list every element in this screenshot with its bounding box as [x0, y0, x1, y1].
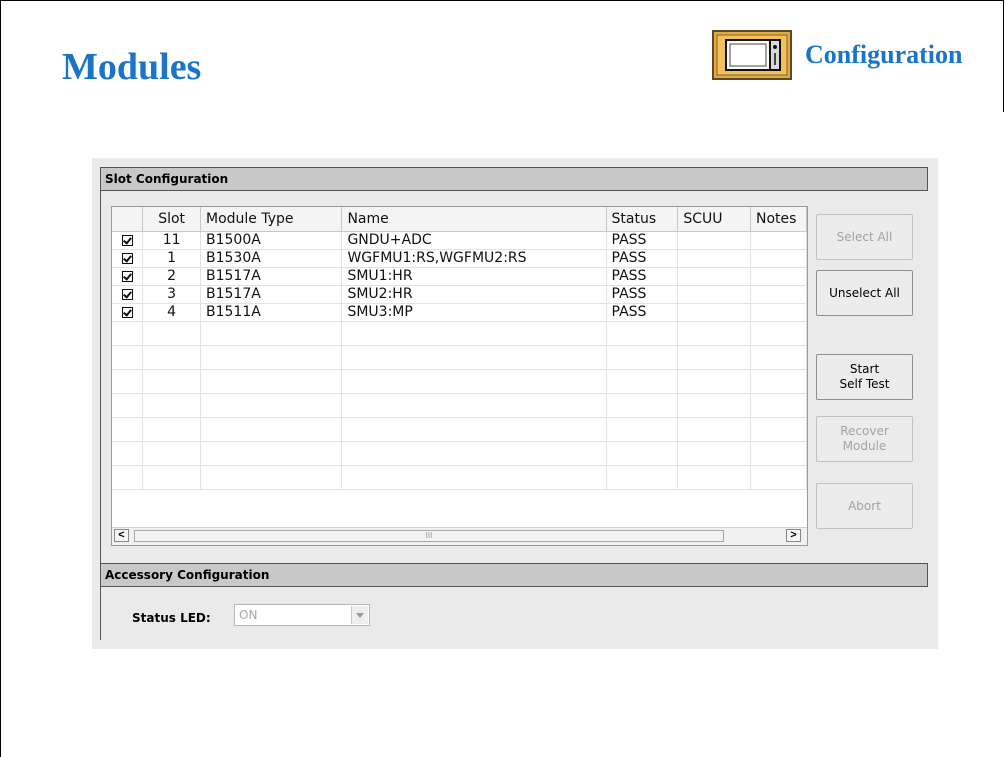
- horizontal-scrollbar[interactable]: < III >: [112, 527, 807, 545]
- scroll-left-button[interactable]: <: [114, 529, 129, 542]
- table-row[interactable]: 1 B1530A WGFMU1:RS,WGFMU2:RS PASS: [112, 249, 807, 268]
- module-checkbox[interactable]: [121, 252, 133, 264]
- recover-module-button[interactable]: Recover Module: [816, 416, 913, 462]
- module-checkbox[interactable]: [121, 270, 133, 282]
- cell-notes: [750, 285, 807, 304]
- select-all-button[interactable]: Select All: [816, 214, 913, 260]
- scroll-thumb[interactable]: III: [134, 530, 724, 542]
- module-checkbox[interactable]: [121, 288, 133, 300]
- modules-panel: Slot Configuration Slot Module Type Name…: [92, 158, 938, 649]
- accessory-section-rule: [100, 587, 101, 640]
- cell-status: PASS: [606, 303, 679, 322]
- cell-module-type: B1511A: [200, 303, 343, 322]
- slot-section-rule: [100, 191, 101, 569]
- cell-name: SMU2:HR: [341, 285, 607, 304]
- cell-status: PASS: [606, 267, 679, 286]
- slide-border-right: [1003, 0, 1004, 112]
- monitor-icon: [712, 30, 792, 80]
- page-title: Modules: [62, 46, 202, 88]
- cell-module-type: B1530A: [200, 249, 343, 268]
- column-header-check[interactable]: [112, 207, 144, 232]
- section-label: Configuration: [805, 40, 963, 69]
- table-row[interactable]: 11 B1500A GNDU+ADC PASS: [112, 231, 807, 250]
- cell-slot: 4: [142, 303, 201, 322]
- column-header-slot[interactable]: Slot: [142, 207, 201, 232]
- module-table: Slot Module Type Name Status SCUU Notes …: [112, 207, 807, 490]
- table-row[interactable]: 4 B1511A SMU3:MP PASS: [112, 303, 807, 322]
- column-header-scuu[interactable]: SCUU: [677, 207, 752, 232]
- cell-scuu: [677, 231, 752, 250]
- cell-slot: 3: [142, 285, 201, 304]
- empty-row: [112, 393, 807, 418]
- status-led-select[interactable]: ON: [234, 604, 370, 626]
- cell-slot: 2: [142, 267, 201, 286]
- table-header-row: Slot Module Type Name Status SCUU Notes: [112, 207, 807, 232]
- cell-notes: [750, 249, 807, 268]
- start-self-test-button[interactable]: Start Self Test: [816, 354, 913, 400]
- empty-row: [112, 441, 807, 466]
- cell-name: WGFMU1:RS,WGFMU2:RS: [341, 249, 607, 268]
- abort-button[interactable]: Abort: [816, 483, 913, 529]
- cell-module-type: B1517A: [200, 285, 343, 304]
- table-row[interactable]: 2 B1517A SMU1:HR PASS: [112, 267, 807, 286]
- cell-status: PASS: [606, 249, 679, 268]
- cell-name: SMU1:HR: [341, 267, 607, 286]
- cell-notes: [750, 267, 807, 286]
- module-grid[interactable]: Slot Module Type Name Status SCUU Notes …: [111, 206, 808, 546]
- column-header-module-type[interactable]: Module Type: [200, 207, 343, 232]
- status-led-value: ON: [239, 608, 258, 622]
- cell-scuu: [677, 285, 752, 304]
- cell-name: GNDU+ADC: [341, 231, 607, 250]
- cell-module-type: B1517A: [200, 267, 343, 286]
- cell-scuu: [677, 303, 752, 322]
- cell-status: PASS: [606, 231, 679, 250]
- cell-scuu: [677, 249, 752, 268]
- table-row[interactable]: 3 B1517A SMU2:HR PASS: [112, 285, 807, 304]
- slot-configuration-header: Slot Configuration: [100, 167, 928, 191]
- cell-module-type: B1500A: [200, 231, 343, 250]
- cell-notes: [750, 231, 807, 250]
- cell-notes: [750, 303, 807, 322]
- status-led-label: Status LED:: [132, 611, 211, 625]
- column-header-name[interactable]: Name: [341, 207, 607, 232]
- empty-row: [112, 369, 807, 394]
- module-checkbox[interactable]: [121, 234, 133, 246]
- cell-status: PASS: [606, 285, 679, 304]
- cell-slot: 11: [142, 231, 201, 250]
- module-checkbox[interactable]: [121, 306, 133, 318]
- slide-border-left: [0, 0, 1, 757]
- cell-name: SMU3:MP: [341, 303, 607, 322]
- empty-row: [112, 417, 807, 442]
- slide-border-top: [0, 0, 1003, 1]
- scroll-right-button[interactable]: >: [786, 529, 801, 542]
- empty-row: [112, 321, 807, 346]
- cell-scuu: [677, 267, 752, 286]
- column-header-status[interactable]: Status: [606, 207, 679, 232]
- chevron-down-icon[interactable]: [351, 606, 368, 624]
- cell-slot: 1: [142, 249, 201, 268]
- column-header-notes[interactable]: Notes: [750, 207, 807, 232]
- empty-row: [112, 345, 807, 370]
- unselect-all-button[interactable]: Unselect All: [816, 270, 913, 316]
- accessory-configuration-header: Accessory Configuration: [100, 563, 928, 587]
- empty-row: [112, 465, 807, 490]
